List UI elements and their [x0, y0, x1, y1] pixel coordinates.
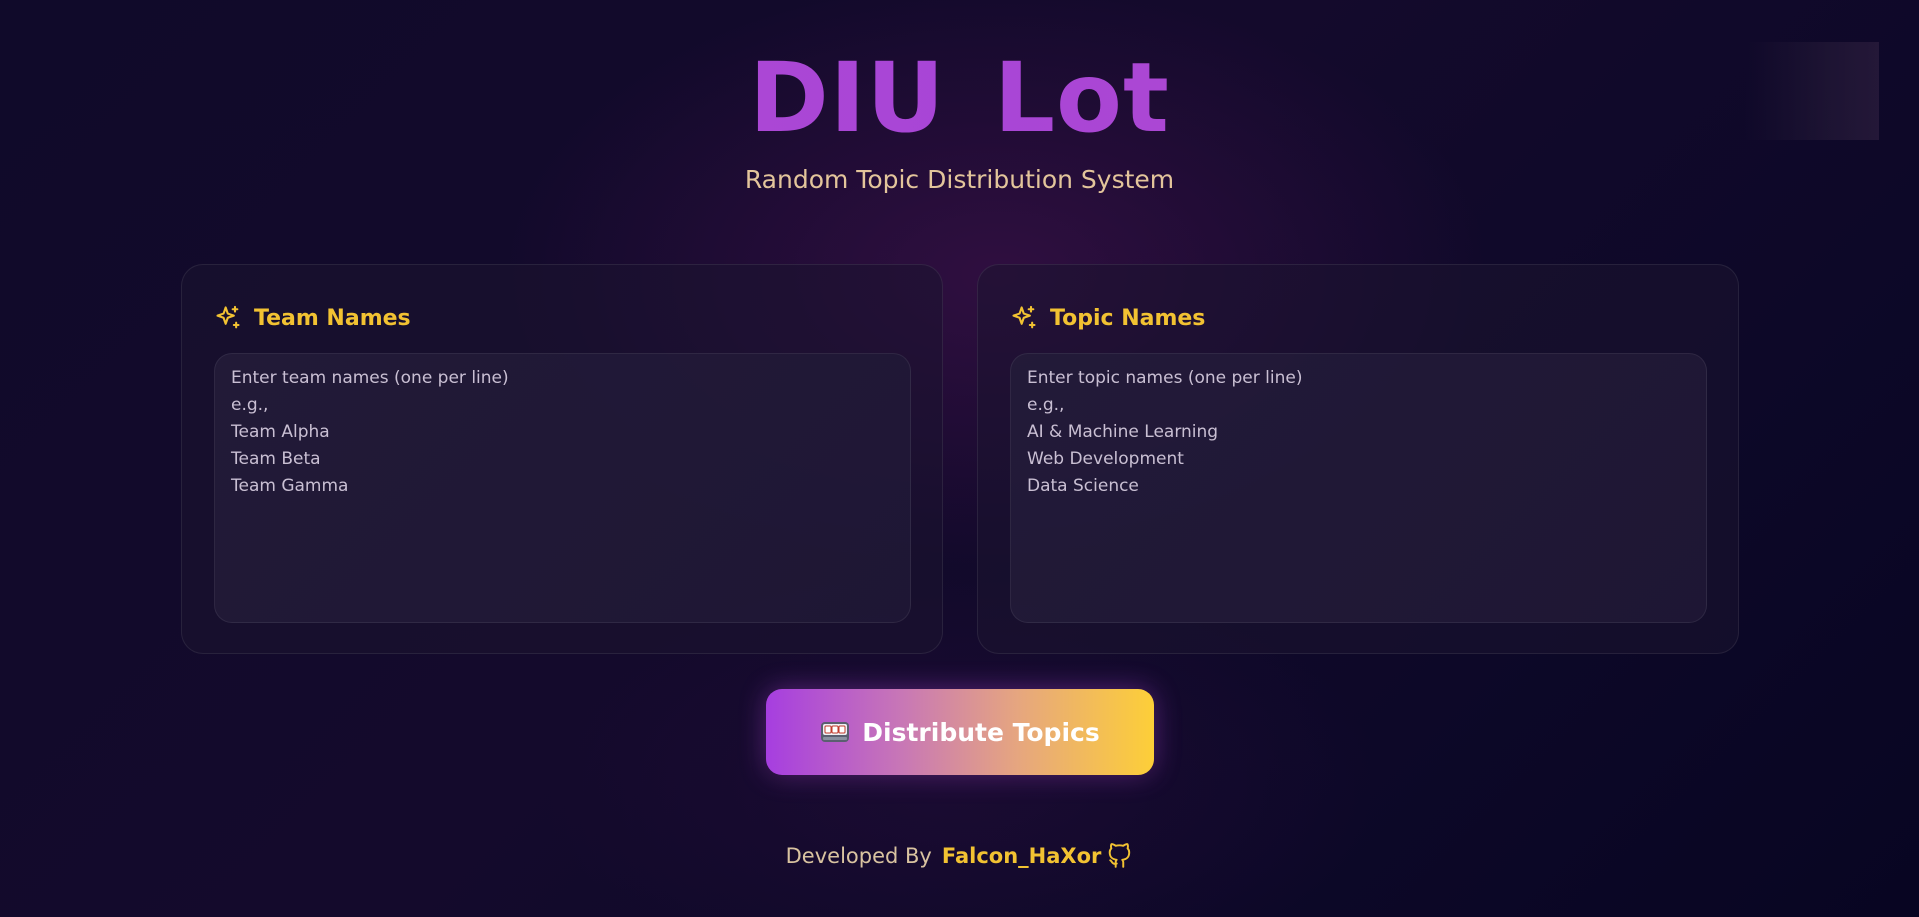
team-names-input[interactable] — [214, 353, 911, 623]
page-subtitle: Random Topic Distribution System — [744, 165, 1175, 194]
page-title: DIU Lot — [0, 46, 1919, 150]
team-names-title: Team Names — [254, 305, 411, 331]
footer: Developed By Falcon_HaXor — [0, 843, 1919, 869]
footer-prefix: Developed By — [785, 844, 932, 868]
topic-names-card: Topic Names — [977, 264, 1739, 654]
slot-machine-icon — [821, 722, 850, 742]
distribute-topics-label: Distribute Topics — [862, 717, 1100, 747]
github-icon[interactable] — [1107, 843, 1133, 869]
topic-names-title: Topic Names — [1050, 305, 1206, 331]
sparkles-icon — [216, 305, 240, 329]
team-names-header: Team Names — [214, 301, 411, 335]
team-names-card: Team Names — [181, 264, 943, 654]
distribute-topics-button[interactable]: Distribute Topics — [766, 689, 1154, 775]
topic-names-input[interactable] — [1010, 353, 1707, 623]
topic-names-header: Topic Names — [1010, 301, 1205, 335]
author-link[interactable]: Falcon_HaXor — [942, 844, 1102, 868]
sparkles-icon — [1012, 305, 1036, 329]
